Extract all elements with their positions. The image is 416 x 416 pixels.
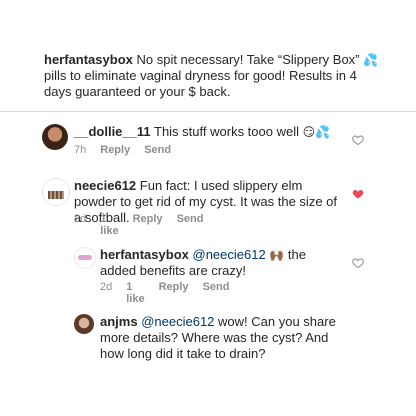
avatar[interactable] (42, 124, 68, 150)
heart-icon[interactable] (352, 257, 364, 269)
mention-link[interactable]: @neecie612 (193, 247, 266, 262)
caption-text-2: pills to eliminate vaginal dryness for g… (44, 68, 357, 99)
heart-icon[interactable] (352, 134, 364, 146)
comment-username[interactable]: neecie612 (74, 178, 136, 193)
comment-meta: 2d 1 like Reply Send (100, 281, 229, 305)
comment-time: 2d (100, 281, 113, 293)
like-count[interactable]: 1 like (126, 281, 144, 305)
comment-time: 2d (74, 213, 87, 225)
send-button[interactable]: Send (177, 213, 204, 237)
sweat-droplets-icon: 💦 (363, 53, 379, 67)
comment-time: 7h (74, 144, 87, 156)
comment-text: This stuff works tooo well (150, 124, 303, 139)
reply-button[interactable]: Reply (100, 144, 130, 156)
caption-divider (0, 111, 416, 112)
reply-button[interactable]: Reply (159, 281, 189, 305)
avatar[interactable] (74, 314, 94, 334)
reply-button[interactable]: Reply (133, 213, 163, 237)
comment-username[interactable]: __dollie__11 (74, 124, 151, 139)
avatar[interactable] (42, 178, 70, 206)
post-caption: herfantasybox No spit necessary! Take “S… (44, 52, 382, 100)
caption-username[interactable]: herfantasybox (44, 52, 133, 67)
raised-hands-icon: 🙌🏾 (269, 248, 285, 262)
mention-link[interactable]: @neecie612 (141, 314, 214, 329)
send-button[interactable]: Send (203, 281, 230, 305)
avatar[interactable] (74, 247, 96, 269)
comment-username[interactable]: herfantasybox (100, 247, 189, 262)
comment-meta: 2d 1 like Reply Send (74, 213, 203, 237)
send-button[interactable]: Send (144, 144, 171, 156)
smirk-sweat-icon: 😏💦 (302, 125, 331, 139)
caption-text-1: No spit necessary! Take “Slippery Box” (132, 52, 364, 67)
heart-liked-icon[interactable] (352, 188, 364, 200)
like-count[interactable]: 1 like (100, 213, 118, 237)
comment-username[interactable]: anjms (100, 314, 138, 329)
comment-meta: 7h Reply Send (74, 144, 171, 156)
